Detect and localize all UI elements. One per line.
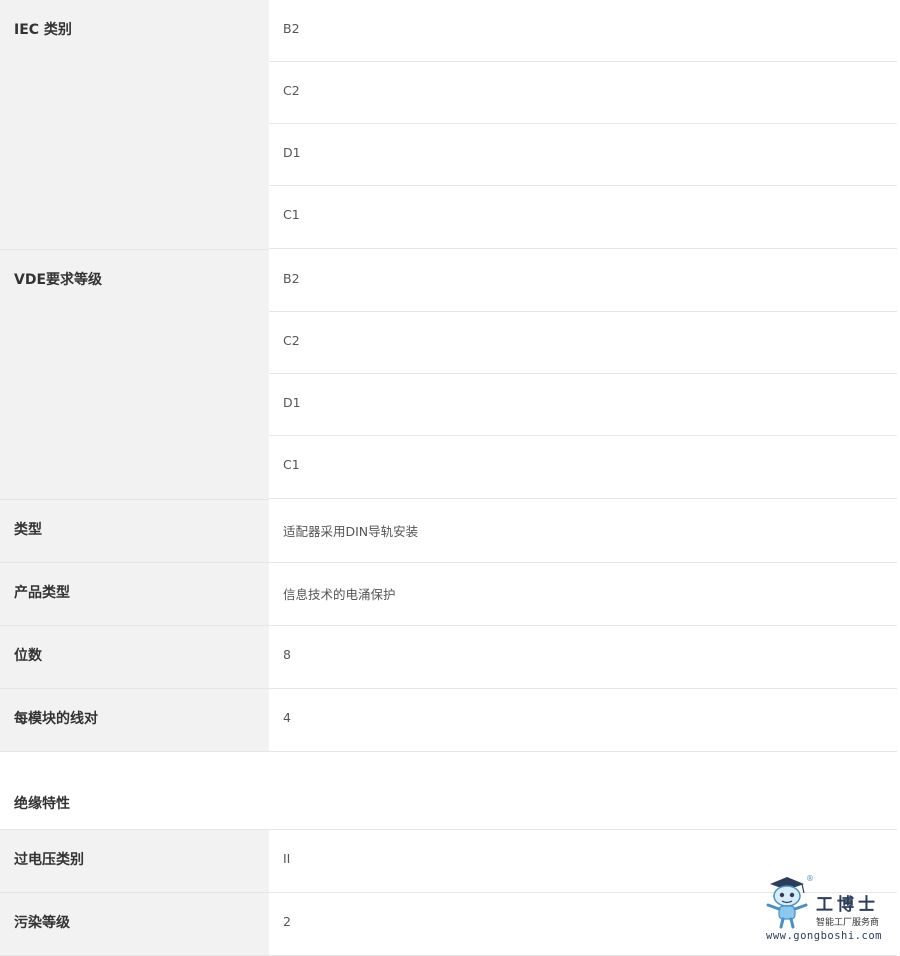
spec-table: IEC 类别 B2 C2 D1 C1 VDE要求等级 B2 C2 D1 C1 类… [0, 0, 897, 956]
registered-mark: ® [806, 874, 814, 883]
robot-mascot-icon [766, 877, 808, 929]
spec-value: 8 [269, 626, 897, 689]
spec-label: VDE要求等级 [0, 250, 269, 500]
spec-label: IEC 类别 [0, 0, 269, 250]
spec-label: 位数 [0, 626, 269, 689]
spec-label: 每模块的线对 [0, 689, 269, 752]
spec-value: 适配器采用DIN导轨安装 [269, 500, 897, 563]
spec-value: B2 [269, 0, 897, 62]
spec-row-pairs-per-module: 每模块的线对 4 [0, 689, 897, 752]
spec-value: C2 [269, 62, 897, 124]
spec-values: B2 C2 D1 C1 [269, 250, 897, 500]
spec-values: 8 [269, 626, 897, 689]
spec-row-product-type: 产品类型 信息技术的电涌保护 [0, 563, 897, 626]
spec-label: 污染等级 [0, 893, 269, 956]
spec-values: B2 C2 D1 C1 [269, 0, 897, 250]
spec-row-iec-category: IEC 类别 B2 C2 D1 C1 [0, 0, 897, 250]
spec-value: B2 [269, 250, 897, 312]
watermark-brand: 工博士 [816, 895, 879, 915]
spec-value: C1 [269, 436, 897, 499]
watermark-url: www.gongboshi.com [766, 930, 882, 942]
spec-value: D1 [269, 124, 897, 186]
spec-label: 产品类型 [0, 563, 269, 626]
spec-values: 适配器采用DIN导轨安装 [269, 500, 897, 563]
spec-value: C2 [269, 312, 897, 374]
spec-value: 4 [269, 689, 897, 752]
spec-value: D1 [269, 374, 897, 436]
spec-label: 类型 [0, 500, 269, 563]
watermark-logo: ® 工博士 智能工厂服务商 www.gongboshi.com [762, 874, 892, 946]
spec-values: 信息技术的电涌保护 [269, 563, 897, 626]
spec-value: C1 [269, 186, 897, 249]
spec-row-bits: 位数 8 [0, 626, 897, 689]
spec-value: 信息技术的电涌保护 [269, 563, 897, 626]
spec-row-type: 类型 适配器采用DIN导轨安装 [0, 500, 897, 563]
spec-row-vde-level: VDE要求等级 B2 C2 D1 C1 [0, 250, 897, 500]
spec-label: 过电压类别 [0, 830, 269, 893]
watermark-slogan: 智能工厂服务商 [816, 918, 880, 928]
spec-values: 4 [269, 689, 897, 752]
section-heading-insulation: 绝缘特性 [0, 752, 897, 830]
